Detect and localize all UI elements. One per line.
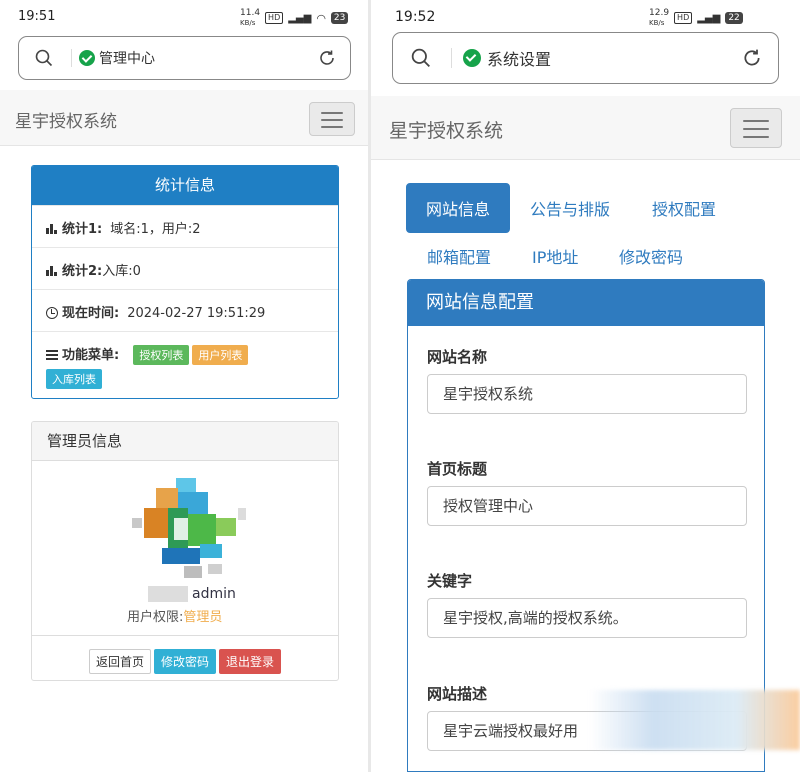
keywords-input[interactable]: 星宇授权,高端的授权系统。 xyxy=(427,598,747,638)
tab-notice-layout[interactable]: 公告与排版 xyxy=(530,196,610,220)
search-icon[interactable] xyxy=(411,48,431,68)
secure-shield-icon xyxy=(79,50,95,66)
navbar: 星宇授权系统 xyxy=(371,96,800,160)
site-description-label: 网站描述 xyxy=(427,685,488,703)
admin-actions: 返回首页 修改密码 退出登录 xyxy=(32,635,338,680)
tab-auth-config[interactable]: 授权配置 xyxy=(652,196,716,220)
secure-shield-icon xyxy=(463,49,481,67)
address-bar[interactable]: 管理中心 xyxy=(18,36,351,80)
hd-icon: HD xyxy=(265,12,284,24)
user-list-button[interactable]: 用户列表 xyxy=(192,345,249,365)
stat2-label: 统计2: xyxy=(62,264,103,279)
site-name-label: 网站名称 xyxy=(427,348,488,366)
navbar: 星宇授权系统 xyxy=(0,90,368,146)
stats-panel-title: 统计信息 xyxy=(32,166,338,205)
left-phone-screen: 19:51 11.4 KB/s HD ▂▄▆ ◠ 23 管理中心 星宇授权系统 统… xyxy=(0,0,368,772)
site-info-panel-title: 网站信息配置 xyxy=(408,280,764,326)
address-bar[interactable]: 系统设置 xyxy=(392,32,779,84)
storage-list-button[interactable]: 入库列表 xyxy=(46,369,102,389)
refresh-icon[interactable] xyxy=(742,48,762,68)
change-password-button[interactable]: 修改密码 xyxy=(154,649,217,674)
status-time: 19:52 xyxy=(395,9,436,25)
brand-title[interactable]: 星宇授权系统 xyxy=(15,107,117,132)
stats-panel: 统计信息 统计1: 域名:1，用户:2 统计2:入库:0 现在时间: 2024-02… xyxy=(31,165,339,399)
battery-icon: 22 xyxy=(725,12,743,24)
menu-row: 功能菜单: 授权列表 用户列表 入库列表 xyxy=(32,331,338,398)
signal-icon: ▂▄▆ xyxy=(697,12,721,24)
home-title-label: 首页标题 xyxy=(427,460,488,478)
tab-ip-address[interactable]: IP地址 xyxy=(532,244,578,268)
stat2-value: 入库:0 xyxy=(102,264,141,279)
status-icons: 12.9 KB/s HD ▂▄▆ 22 xyxy=(649,8,743,28)
permission-line: 用户权限:管理员 xyxy=(127,610,223,625)
admin-username: admin xyxy=(192,586,236,602)
stat-row-2: 统计2:入库:0 xyxy=(32,247,338,289)
logout-button[interactable]: 退出登录 xyxy=(219,649,282,674)
time-label: 现在时间: xyxy=(62,306,120,321)
bar-chart-icon xyxy=(46,266,58,276)
menu-label: 功能菜单: xyxy=(62,348,120,363)
username-prefix-blurred xyxy=(148,586,188,602)
role-label: 管理员 xyxy=(183,610,223,625)
settings-tabs: 网站信息 公告与排版 授权配置 邮箱配置 IP地址 修改密码 xyxy=(371,182,800,272)
status-icons: 11.4 KB/s HD ▂▄▆ ◠ 23 xyxy=(240,8,349,28)
wifi-icon: ◠ xyxy=(316,11,326,25)
watermark-blur xyxy=(590,690,800,750)
list-icon xyxy=(46,350,58,360)
admin-panel-title: 管理员信息 xyxy=(32,422,338,461)
battery-icon: 23 xyxy=(330,12,349,24)
status-time: 19:51 xyxy=(18,9,56,24)
stat1-label: 统计1: xyxy=(62,222,103,237)
stat1-value: 域名:1，用户:2 xyxy=(110,222,201,237)
back-home-button[interactable]: 返回首页 xyxy=(89,649,152,674)
status-bar: 19:51 11.4 KB/s HD ▂▄▆ ◠ 23 xyxy=(0,0,368,30)
status-bar: 19:52 12.9 KB/s HD ▂▄▆ 22 xyxy=(371,0,800,30)
tab-change-password[interactable]: 修改密码 xyxy=(619,244,683,268)
stat-row-1: 统计1: 域名:1，用户:2 xyxy=(32,205,338,247)
avatar xyxy=(132,478,246,578)
menu-toggle-button[interactable] xyxy=(730,108,782,148)
time-value: 2024-02-27 19:51:29 xyxy=(127,306,266,321)
tab-mail-config[interactable]: 邮箱配置 xyxy=(427,244,491,268)
auth-list-button[interactable]: 授权列表 xyxy=(133,345,190,365)
tab-site-info[interactable]: 网站信息 xyxy=(406,183,511,233)
refresh-icon[interactable] xyxy=(318,49,336,67)
signal-speed: 11.4 KB/s xyxy=(240,8,261,27)
hd-icon: HD xyxy=(674,12,693,24)
signal-icon: ▂▄▆ xyxy=(288,12,312,24)
page-url-title: 管理中心 xyxy=(99,51,155,67)
keywords-label: 关键字 xyxy=(427,572,473,590)
page-url-title: 系统设置 xyxy=(487,50,552,69)
signal-speed: 12.9 KB/s xyxy=(649,8,670,27)
bar-chart-icon xyxy=(46,224,58,234)
home-title-input[interactable]: 授权管理中心 xyxy=(427,486,747,526)
site-name-input[interactable]: 星宇授权系统 xyxy=(427,374,747,414)
search-icon[interactable] xyxy=(35,49,53,67)
menu-toggle-button[interactable] xyxy=(309,102,355,136)
time-row: 现在时间: 2024-02-27 19:51:29 xyxy=(32,289,338,331)
brand-title[interactable]: 星宇授权系统 xyxy=(389,116,503,143)
clock-icon xyxy=(46,307,58,319)
